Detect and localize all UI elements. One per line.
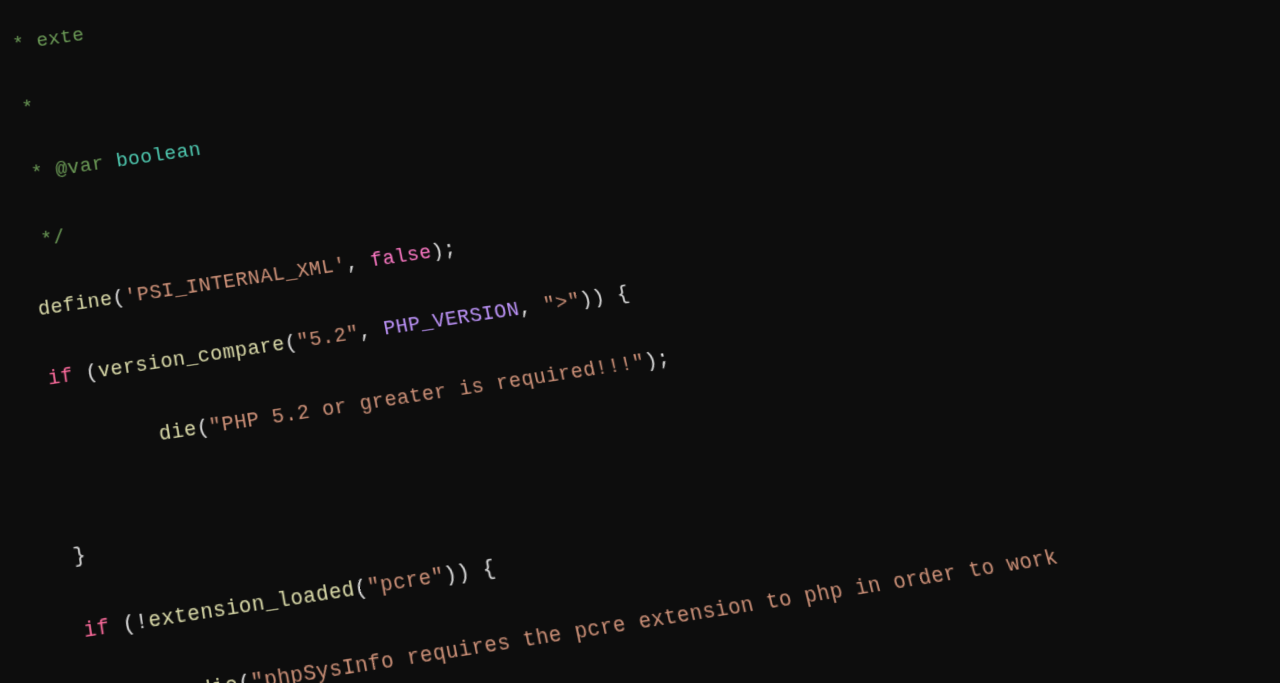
code-block: * exte * * @var boolean */ define('PSI_I…: [0, 0, 1280, 683]
code-editor: * exte * * @var boolean */ define('PSI_I…: [0, 0, 1280, 683]
